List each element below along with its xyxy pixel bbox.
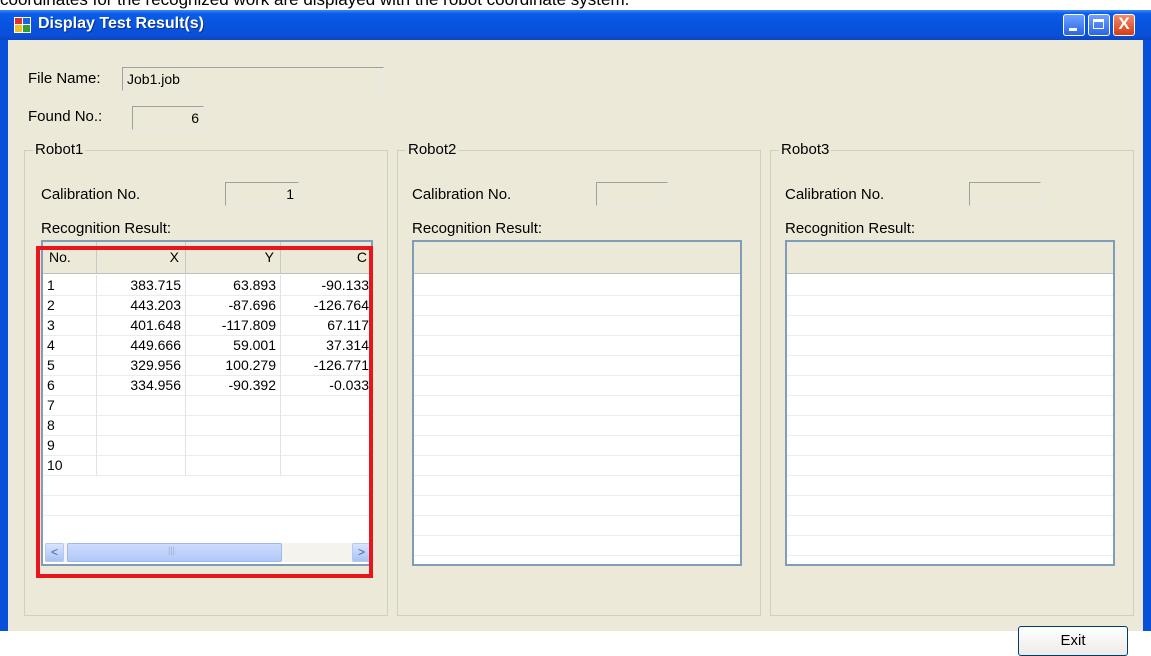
empty-row	[414, 335, 740, 356]
robot2-group: Robot2 Calibration No. Recognition Resul…	[397, 141, 761, 616]
robot3-calibration-label: Calibration No.	[785, 186, 885, 203]
empty-row	[787, 515, 1113, 536]
robot1-calibration-field: 1	[225, 182, 299, 206]
empty-row	[414, 475, 740, 496]
robot2-group-title: Robot2	[406, 141, 459, 158]
robot2-list-header	[414, 242, 740, 274]
robot3-calibration-field	[969, 182, 1041, 206]
empty-row	[787, 475, 1113, 496]
close-icon[interactable]: X	[1113, 14, 1135, 36]
window-title: Display Test Result(s)	[38, 15, 204, 32]
close-glyph: X	[1118, 14, 1130, 33]
robot2-calibration-label: Calibration No.	[412, 186, 512, 203]
empty-row	[414, 275, 740, 296]
minimize-icon[interactable]	[1063, 14, 1085, 36]
empty-row	[414, 515, 740, 536]
robot1-calibration-label: Calibration No.	[41, 186, 141, 203]
empty-row	[414, 315, 740, 336]
empty-row	[787, 395, 1113, 416]
robot2-calibration-field	[596, 182, 668, 206]
empty-row	[787, 535, 1113, 556]
empty-row	[787, 335, 1113, 356]
found-no-label: Found No.:	[28, 108, 103, 125]
empty-row	[414, 355, 740, 376]
robot1-group-title: Robot1	[33, 141, 86, 158]
file-name-label: File Name:	[28, 70, 101, 87]
empty-row	[414, 395, 740, 416]
empty-row	[787, 495, 1113, 516]
empty-row	[414, 535, 740, 556]
robot1-recognition-label: Recognition Result:	[41, 220, 172, 237]
empty-row	[414, 455, 740, 476]
empty-row	[787, 315, 1113, 336]
empty-row	[414, 435, 740, 456]
empty-row	[787, 295, 1113, 316]
robot3-group-title: Robot3	[779, 141, 832, 158]
document-caption: coordinates for the recognized work are …	[0, 0, 1151, 10]
robot2-recognition-label: Recognition Result:	[412, 220, 543, 237]
empty-row	[414, 415, 740, 436]
robot2-result-list[interactable]	[412, 240, 742, 566]
robot3-result-list[interactable]	[785, 240, 1115, 566]
empty-row	[414, 375, 740, 396]
app-icon	[14, 17, 31, 33]
dialog-window: Display Test Result(s) X File Name: Job1…	[0, 10, 1151, 656]
maximize-icon[interactable]	[1088, 14, 1110, 36]
empty-row	[787, 375, 1113, 396]
empty-row	[787, 435, 1113, 456]
empty-row	[787, 275, 1113, 296]
empty-row	[787, 415, 1113, 436]
result-highlight-box	[36, 246, 373, 578]
robot3-list-header	[787, 242, 1113, 274]
title-bar[interactable]: Display Test Result(s) X	[0, 10, 1151, 40]
empty-row	[787, 355, 1113, 376]
robot3-group: Robot3 Calibration No. Recognition Resul…	[770, 141, 1134, 616]
robot3-recognition-label: Recognition Result:	[785, 220, 916, 237]
empty-row	[787, 455, 1113, 476]
empty-row	[414, 495, 740, 516]
file-name-field: Job1.job	[122, 67, 384, 91]
empty-row	[414, 295, 740, 316]
found-no-field: 6	[132, 106, 204, 130]
